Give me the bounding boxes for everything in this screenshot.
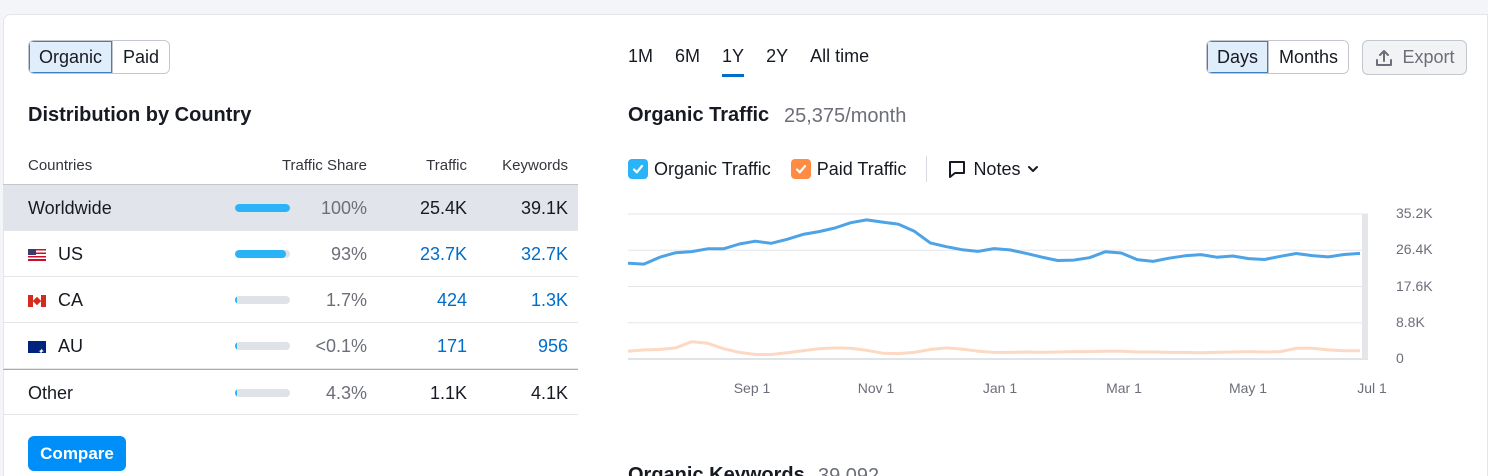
- chart-legend: Organic Traffic Paid Traffic Notes: [628, 156, 1040, 182]
- legend-organic-traffic[interactable]: Organic Traffic: [628, 159, 771, 180]
- country-name: AU: [58, 336, 84, 356]
- legend-divider: [926, 156, 928, 182]
- traffic-share-fill: [235, 204, 290, 212]
- range-tab-1m[interactable]: 1M: [628, 46, 653, 75]
- paid-traffic-line: [628, 340, 1360, 356]
- country-row-other: Other 4.3% 1.1K 4.1K: [3, 369, 578, 415]
- traffic-share-bar: [235, 250, 290, 258]
- y-tick-label: 35.2K: [1396, 205, 1433, 221]
- y-tick-label: 8.8K: [1396, 313, 1425, 330]
- y-tick-label: 17.6K: [1396, 277, 1433, 294]
- traffic-value: 25.4K: [419, 198, 467, 218]
- months-toggle[interactable]: Months: [1268, 41, 1349, 73]
- traffic-share-fill: [235, 250, 287, 258]
- country-row-worldwide[interactable]: Worldwide 100% 25.4K 39.1K: [3, 185, 578, 231]
- traffic-share-fill: [235, 296, 237, 304]
- chevron-down-icon: [1028, 166, 1039, 172]
- traffic-share-bar: [235, 204, 290, 212]
- keywords-link[interactable]: 1.3K: [531, 290, 568, 311]
- column-countries: Countries: [28, 157, 93, 174]
- time-range-tabs: 1M 6M 1Y 2Y All time: [628, 46, 869, 77]
- x-tick-label: Nov 1: [857, 380, 895, 396]
- y-tick-label: 0: [1396, 350, 1404, 366]
- chart-value: 25,375/month: [784, 105, 907, 127]
- traffic-share-fill: [235, 389, 238, 397]
- us-flag-icon: [28, 248, 46, 261]
- traffic-share-value: 100%: [320, 198, 367, 218]
- chart-range-edge: [1362, 214, 1368, 359]
- range-tab-1y[interactable]: 1Y: [722, 46, 745, 77]
- days-toggle[interactable]: Days: [1207, 41, 1269, 73]
- traffic-type-toggle: Organic Paid: [28, 40, 171, 74]
- legend-paid-label: Paid Traffic: [816, 158, 907, 179]
- chart-title: Organic Traffic: [628, 104, 770, 126]
- country-name: US: [58, 244, 84, 264]
- range-tab-2y[interactable]: 2Y: [766, 46, 788, 75]
- organic-keywords-value: 39,092: [818, 465, 880, 476]
- traffic-link[interactable]: 23.7K: [420, 244, 467, 265]
- range-tab-all-time[interactable]: All time: [810, 46, 869, 75]
- column-keywords[interactable]: Keywords: [502, 157, 568, 174]
- traffic-link[interactable]: 424: [437, 290, 467, 311]
- traffic-share-bar: [235, 296, 290, 304]
- traffic-share-value: 1.7%: [325, 290, 367, 310]
- x-tick-label: Jan 1: [982, 380, 1018, 396]
- country-row-us[interactable]: US 93% 23.7K 32.7K: [3, 231, 578, 277]
- organic-keywords-title: Organic Keywords: [628, 464, 805, 476]
- ca-flag-icon: [28, 294, 46, 307]
- compare-button[interactable]: Compare: [28, 436, 126, 471]
- distribution-table-header: Countries Traffic Share Traffic Keywords: [3, 154, 578, 185]
- traffic-chart[interactable]: [628, 204, 1378, 364]
- checkbox-checked-icon: [790, 159, 811, 179]
- distribution-title: Distribution by Country: [28, 104, 252, 126]
- paid-toggle[interactable]: Paid: [112, 41, 170, 73]
- notes-dropdown[interactable]: Notes: [947, 159, 1040, 180]
- organic-toggle[interactable]: Organic: [29, 41, 113, 73]
- export-label: Export: [1402, 47, 1455, 67]
- notes-label: Notes: [973, 158, 1021, 179]
- organic-traffic-line: [628, 218, 1361, 266]
- country-name: Other: [28, 383, 74, 403]
- traffic-share-value: 4.3%: [325, 383, 367, 403]
- export-icon: [1376, 49, 1393, 66]
- legend-paid-traffic[interactable]: Paid Traffic: [790, 158, 907, 180]
- traffic-share-bar: [235, 389, 290, 397]
- x-tick-label: May 1: [1228, 380, 1268, 396]
- notes-icon: [949, 161, 966, 178]
- country-row-au[interactable]: AU <0.1% 171 956: [3, 323, 578, 369]
- keywords-link[interactable]: 32.7K: [521, 244, 568, 265]
- country-name: CA: [58, 290, 84, 310]
- y-tick-label: 26.4K: [1396, 241, 1433, 258]
- keywords-value: 4.1K: [530, 383, 568, 403]
- export-button[interactable]: Export: [1362, 40, 1467, 75]
- x-tick-label: Mar 1: [1106, 380, 1142, 396]
- traffic-share-value: 93%: [330, 244, 367, 264]
- traffic-share-fill: [235, 342, 237, 350]
- keywords-link[interactable]: 956: [538, 336, 568, 357]
- legend-organic-label: Organic Traffic: [654, 158, 771, 179]
- range-tab-6m[interactable]: 6M: [675, 46, 700, 75]
- traffic-share-value: <0.1%: [315, 336, 367, 356]
- x-tick-label: Jul 1: [1357, 380, 1387, 396]
- traffic-value: 1.1K: [429, 383, 467, 403]
- au-flag-icon: [28, 340, 46, 353]
- column-traffic[interactable]: Traffic: [426, 157, 467, 174]
- country-name: Worldwide: [28, 198, 112, 218]
- checkbox-checked-icon: [628, 159, 648, 179]
- column-traffic-share[interactable]: Traffic Share: [282, 157, 367, 174]
- traffic-share-bar: [235, 342, 290, 350]
- x-tick-label: Sep 1: [733, 380, 771, 396]
- keywords-value: 39.1K: [520, 198, 568, 218]
- country-row-ca[interactable]: CA 1.7% 424 1.3K: [3, 277, 578, 323]
- traffic-link[interactable]: 171: [437, 336, 467, 357]
- granularity-toggle: Days Months: [1206, 40, 1350, 74]
